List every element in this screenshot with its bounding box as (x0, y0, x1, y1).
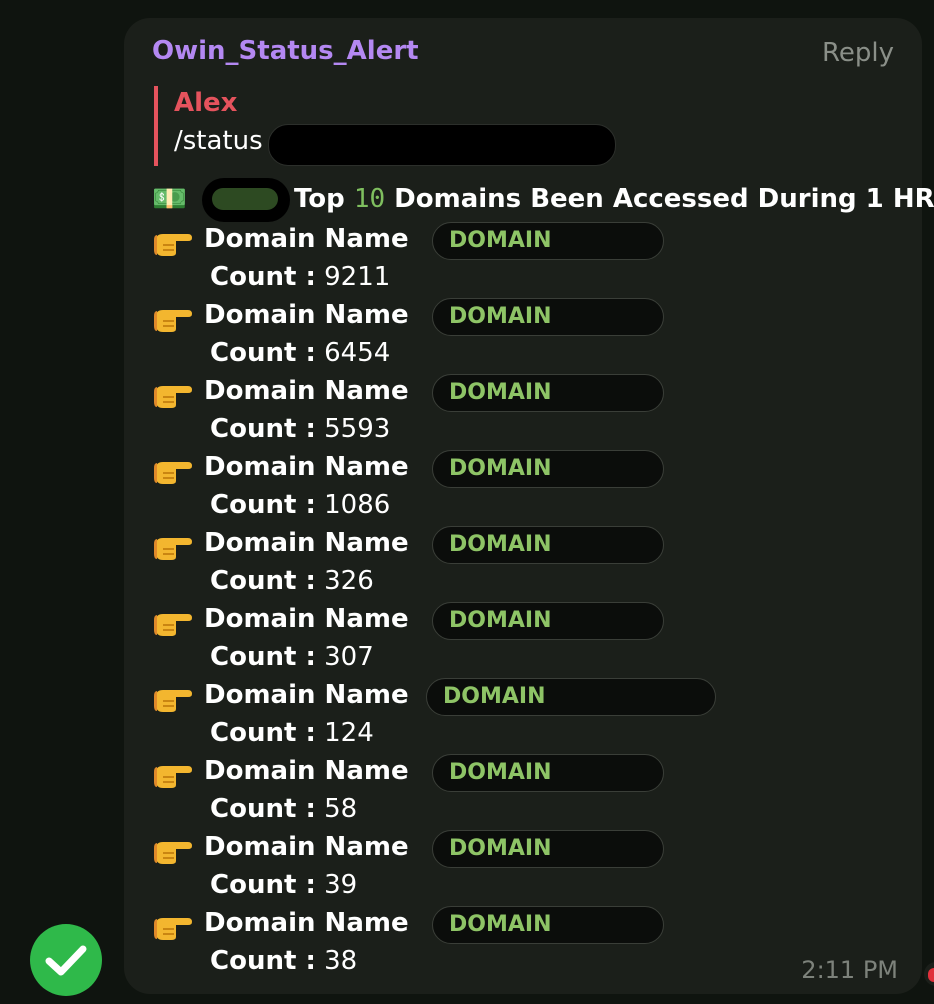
heart-icon[interactable] (924, 962, 934, 986)
domain-value[interactable]: DOMAIN (432, 602, 664, 640)
count-label: Count : (210, 946, 316, 976)
list-item: Domain Name DOMAIN Count : 1086 (152, 450, 872, 528)
list-item: Domain Name DOMAIN Count : 9211 (152, 222, 872, 300)
count-row: Count : 58 (210, 794, 357, 824)
pointing-hand-icon (152, 684, 194, 714)
list-item: Domain Name DOMAIN Count : 326 (152, 526, 872, 604)
pointing-hand-icon (152, 456, 194, 486)
quoted-text: /status (174, 126, 263, 156)
count-row: Count : 5593 (210, 414, 390, 444)
redaction-block (268, 124, 616, 166)
domain-name-label: Domain Name (204, 376, 409, 406)
header-number: 10 (353, 184, 386, 214)
pointing-hand-icon (152, 304, 194, 334)
count-value: 38 (324, 946, 358, 976)
count-value: 326 (324, 566, 374, 596)
domain-name-label: Domain Name (204, 300, 409, 330)
domain-value[interactable]: DOMAIN (432, 754, 664, 792)
domain-name-label: Domain Name (204, 224, 409, 254)
count-label: Count : (210, 794, 316, 824)
count-row: Count : 6454 (210, 338, 390, 368)
domain-value[interactable]: DOMAIN (432, 222, 664, 260)
chat-view: Owin_Status_Alert Reply Alex /status 💵 T… (0, 0, 934, 1004)
list-item: Domain Name DOMAIN Count : 39 (152, 830, 872, 908)
message-header: 💵 Top 10 Domains Been Accessed During 1 … (152, 178, 934, 224)
list-item: Domain Name DOMAIN Count : 124 (152, 678, 872, 756)
quoted-message[interactable]: Alex /status (154, 86, 618, 166)
domain-value[interactable]: DOMAIN (432, 450, 664, 488)
count-value: 307 (324, 642, 374, 672)
pointing-hand-icon (152, 532, 194, 562)
domain-name-label: Domain Name (204, 832, 409, 862)
header-pre: Top (294, 184, 354, 214)
domain-value[interactable]: DOMAIN (432, 526, 664, 564)
list-item: Domain Name DOMAIN Count : 307 (152, 602, 872, 680)
pointing-hand-icon (152, 912, 194, 942)
domain-value[interactable]: DOMAIN (432, 906, 664, 944)
domain-name-label: Domain Name (204, 756, 409, 786)
count-value: 5593 (324, 414, 391, 444)
count-row: Count : 1086 (210, 490, 390, 520)
quoted-author: Alex (174, 88, 238, 118)
domain-value[interactable]: DOMAIN (432, 298, 664, 336)
count-value: 58 (324, 794, 358, 824)
list-item: Domain Name DOMAIN Count : 5593 (152, 374, 872, 452)
count-row: Count : 38 (210, 946, 357, 976)
money-icon: 💵 (152, 182, 187, 215)
header-post: Domains Been Accessed During 1 HR (385, 184, 934, 214)
message-time: 2:11 PM (801, 956, 898, 984)
count-row: Count : 326 (210, 566, 374, 596)
checkmark-icon[interactable] (30, 924, 102, 996)
message-bubble[interactable]: Owin_Status_Alert Reply Alex /status 💵 T… (124, 18, 934, 994)
count-value: 1086 (324, 490, 391, 520)
count-label: Count : (210, 718, 316, 748)
domain-value[interactable]: DOMAIN (432, 374, 664, 412)
domain-value[interactable]: DOMAIN (432, 830, 664, 868)
domain-name-label: Domain Name (204, 604, 409, 634)
count-value: 9211 (324, 262, 391, 292)
count-row: Count : 124 (210, 718, 374, 748)
pointing-hand-icon (152, 760, 194, 790)
count-label: Count : (210, 414, 316, 444)
domain-name-label: Domain Name (204, 908, 409, 938)
count-label: Count : (210, 338, 316, 368)
count-label: Count : (210, 566, 316, 596)
pointing-hand-icon (152, 380, 194, 410)
count-label: Count : (210, 870, 316, 900)
pointing-hand-icon (152, 836, 194, 866)
domain-value[interactable]: DOMAIN (426, 678, 716, 716)
domain-name-label: Domain Name (204, 528, 409, 558)
pointing-hand-icon (152, 608, 194, 638)
redaction-block (202, 178, 290, 222)
count-row: Count : 9211 (210, 262, 390, 292)
count-label: Count : (210, 490, 316, 520)
list-item: Domain Name DOMAIN Count : 38 (152, 906, 872, 984)
header-text: Top 10 Domains Been Accessed During 1 HR (294, 184, 934, 214)
list-item: Domain Name DOMAIN Count : 6454 (152, 298, 872, 376)
count-row: Count : 39 (210, 870, 357, 900)
count-value: 124 (324, 718, 374, 748)
count-row: Count : 307 (210, 642, 374, 672)
domain-name-label: Domain Name (204, 452, 409, 482)
count-label: Count : (210, 262, 316, 292)
reply-button[interactable]: Reply (822, 38, 894, 68)
count-value: 6454 (324, 338, 391, 368)
count-label: Count : (210, 642, 316, 672)
sender-name[interactable]: Owin_Status_Alert (152, 36, 419, 66)
count-value: 39 (324, 870, 358, 900)
pointing-hand-icon (152, 228, 194, 258)
list-item: Domain Name DOMAIN Count : 58 (152, 754, 872, 832)
domain-name-label: Domain Name (204, 680, 409, 710)
